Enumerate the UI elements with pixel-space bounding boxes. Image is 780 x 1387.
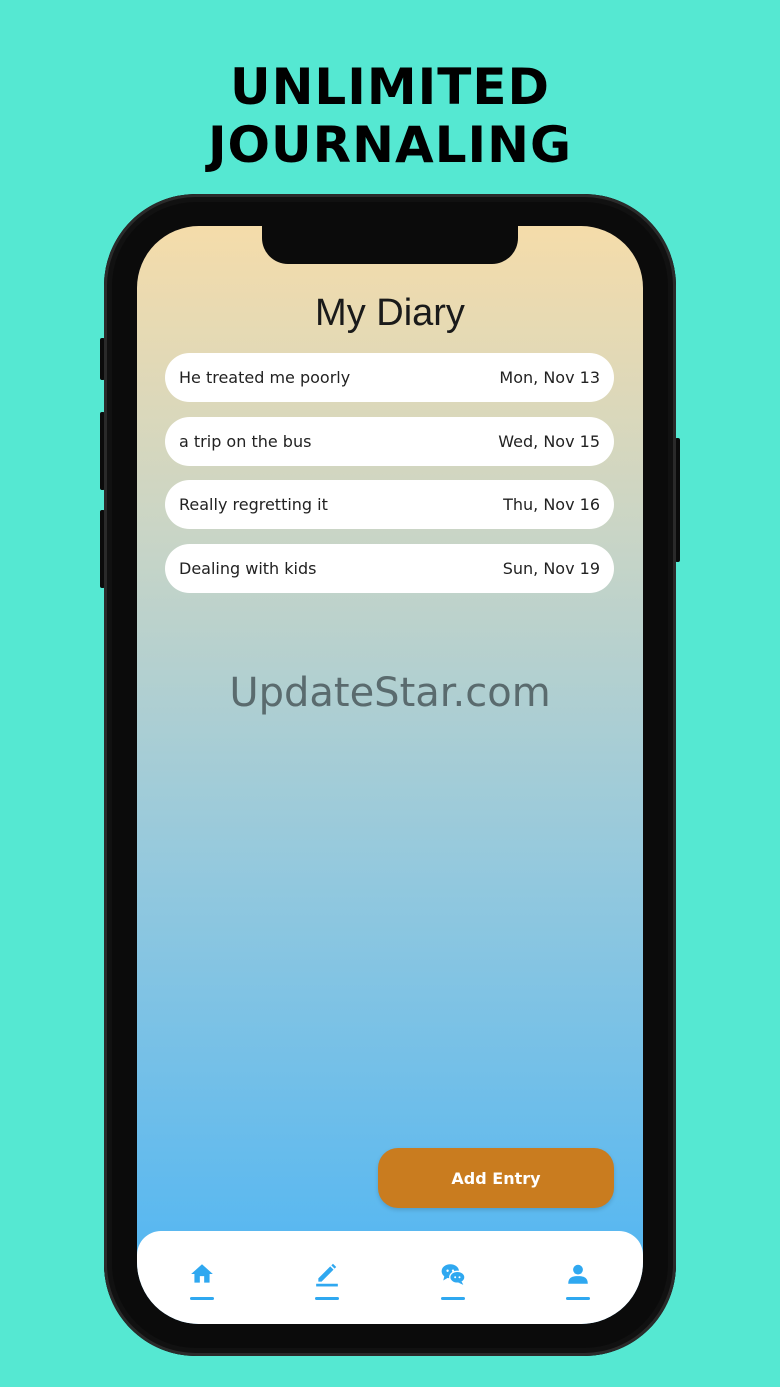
diary-entry[interactable]: a trip on the bus Wed, Nov 15 xyxy=(165,417,614,466)
headline-line-2: JOURNALING xyxy=(207,116,573,174)
nav-underline xyxy=(315,1297,339,1300)
nav-underline xyxy=(441,1297,465,1300)
entry-date: Sun, Nov 19 xyxy=(502,559,600,578)
diary-entry[interactable]: He treated me poorly Mon, Nov 13 xyxy=(165,353,614,402)
nav-home[interactable] xyxy=(182,1261,222,1307)
home-icon xyxy=(191,1264,213,1283)
watermark: UpdateStar.com xyxy=(229,670,551,716)
nav-write[interactable] xyxy=(307,1261,347,1307)
entry-title: He treated me poorly xyxy=(179,368,351,387)
entry-date: Thu, Nov 16 xyxy=(503,495,600,514)
phone-screen: My Diary He treated me poorly Mon, Nov 1… xyxy=(137,226,643,1324)
add-entry-button[interactable]: Add Entry xyxy=(378,1148,614,1208)
diary-entry[interactable]: Dealing with kids Sun, Nov 19 xyxy=(165,544,614,593)
nav-profile[interactable] xyxy=(558,1261,598,1307)
nav-chat[interactable] xyxy=(433,1261,473,1307)
page-title: My Diary xyxy=(315,292,465,334)
bottom-nav xyxy=(137,1231,643,1324)
diary-entry[interactable]: Really regretting it Thu, Nov 16 xyxy=(165,480,614,529)
chat-icon xyxy=(441,1264,466,1285)
profile-icon xyxy=(568,1264,588,1284)
notch xyxy=(262,226,518,264)
nav-underline xyxy=(190,1297,214,1300)
entry-date: Mon, Nov 13 xyxy=(499,368,600,387)
headline-line-1: UNLIMITED xyxy=(229,58,551,116)
entry-title: a trip on the bus xyxy=(179,432,312,451)
pencil-icon xyxy=(316,1263,338,1287)
headline: UNLIMITED JOURNALING xyxy=(0,58,780,174)
entry-title: Really regretting it xyxy=(179,495,328,514)
entry-title: Dealing with kids xyxy=(179,559,317,578)
entry-date: Wed, Nov 15 xyxy=(498,432,600,451)
nav-underline xyxy=(566,1297,590,1300)
